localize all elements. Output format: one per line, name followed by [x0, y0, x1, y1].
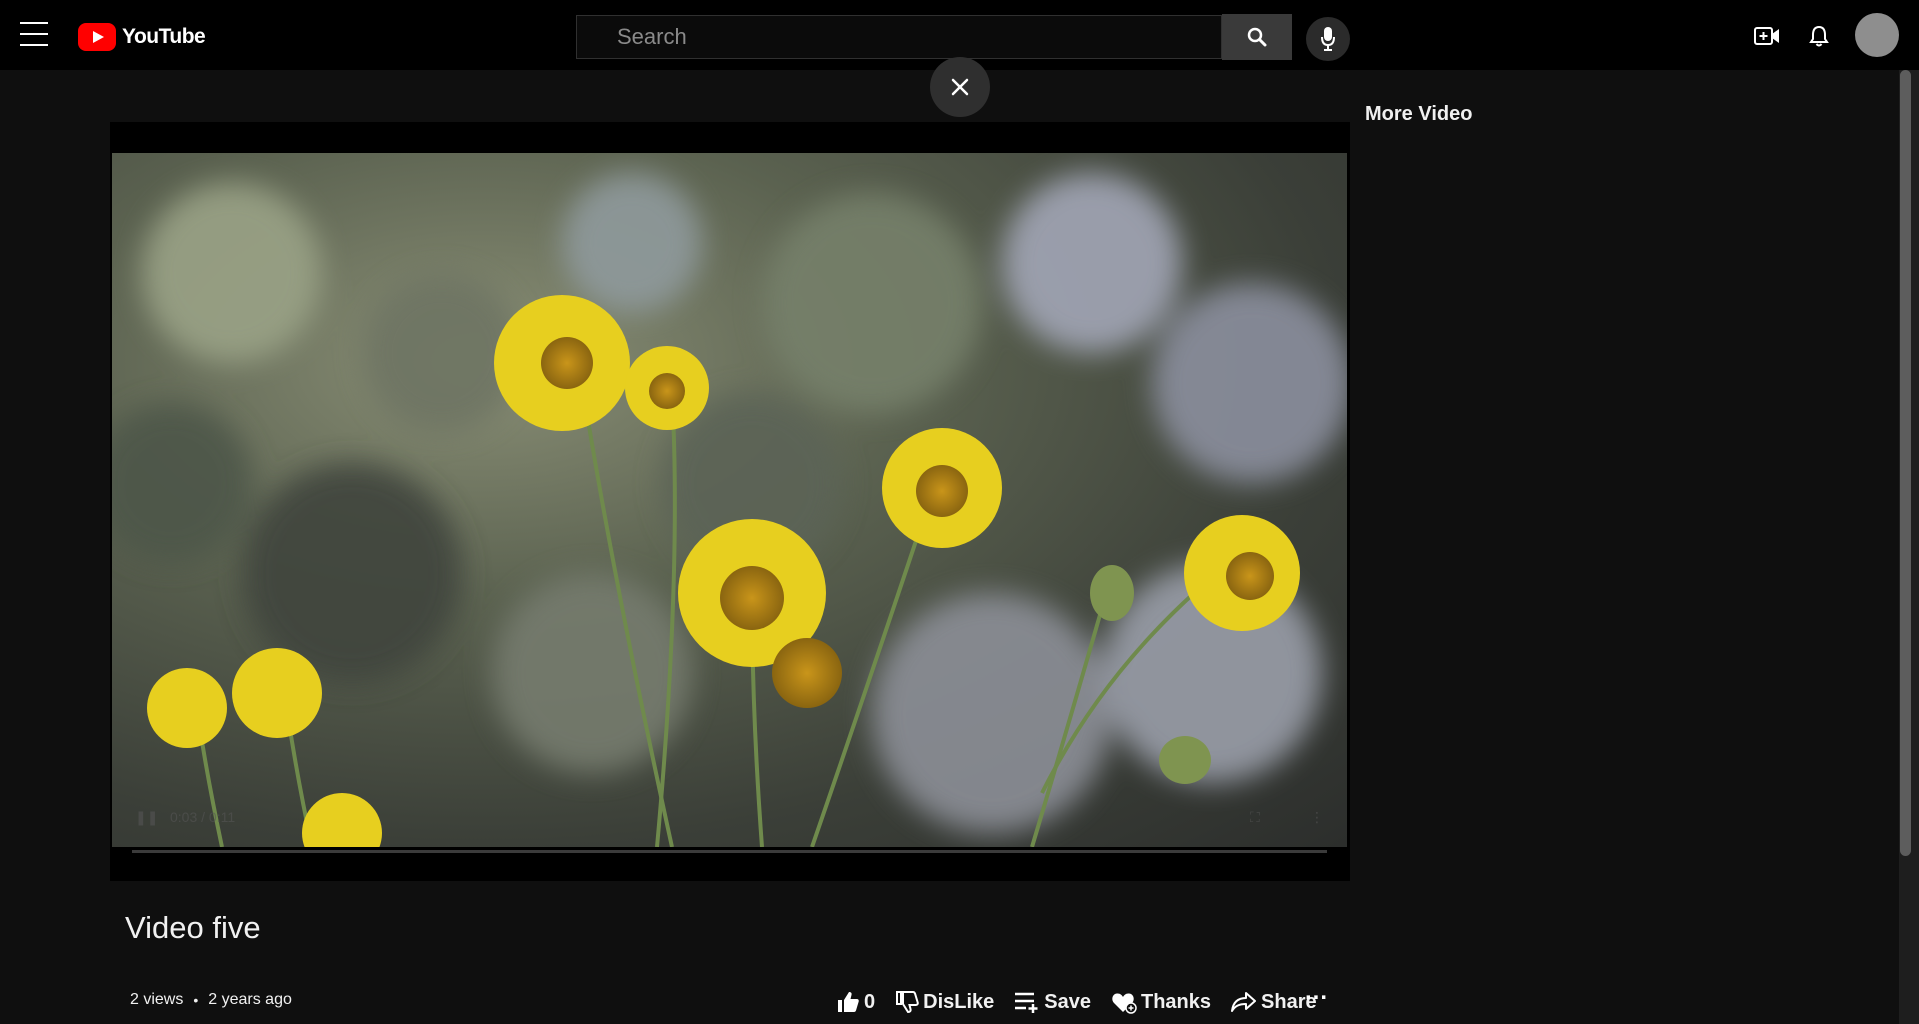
voice-search-button[interactable]: [1306, 17, 1350, 61]
like-button[interactable]: 0: [836, 990, 875, 1014]
search-button[interactable]: [1222, 14, 1292, 60]
upload-age: 2 years ago: [208, 991, 292, 1008]
thanks-label: Thanks: [1141, 990, 1212, 1013]
dislike-button[interactable]: DisLike: [895, 990, 994, 1014]
avatar[interactable]: [1855, 13, 1899, 57]
view-count: 2 views: [130, 991, 184, 1008]
time-display: 0:03 / 0:11: [170, 809, 236, 825]
menu-icon[interactable]: [20, 22, 48, 48]
heart-dollar-icon: [1112, 993, 1137, 1014]
logo-text: YouTube: [122, 25, 206, 48]
video-meta: 2 views • 2 years ago: [130, 991, 292, 1009]
video-title: Video five: [125, 910, 261, 945]
dislike-label: DisLike: [923, 990, 995, 1013]
player-more-icon[interactable]: ⋮: [1310, 809, 1324, 826]
close-icon: [951, 78, 969, 96]
progress-bar[interactable]: [132, 850, 1327, 853]
fullscreen-icon[interactable]: ⛶: [1250, 809, 1260, 826]
playlist-add-icon: [1015, 992, 1038, 1013]
bell-icon[interactable]: [1805, 22, 1833, 50]
save-button[interactable]: Save: [1014, 990, 1091, 1014]
separator-dot: •: [193, 992, 199, 1008]
share-icon: [1231, 992, 1257, 1012]
pause-icon[interactable]: ❚❚: [135, 809, 158, 826]
video-frame[interactable]: [112, 153, 1347, 847]
close-button[interactable]: [930, 57, 990, 117]
youtube-play-icon: [78, 23, 116, 51]
more-actions-button[interactable]: ...: [1305, 978, 1328, 1006]
action-bar: 0 DisLike Save Thanks Share: [836, 986, 1317, 1018]
youtube-logo[interactable]: YouTube: [78, 22, 206, 52]
more-video-heading: More Video: [1365, 103, 1473, 125]
search-icon: [1247, 27, 1267, 47]
search-bar: [576, 14, 1292, 61]
video-player[interactable]: ❚❚ 0:03 / 0:11 ⛶ ⋮: [110, 122, 1350, 881]
save-label: Save: [1044, 990, 1091, 1013]
mic-icon: [1321, 27, 1335, 51]
scrollbar-thumb[interactable]: [1900, 70, 1911, 856]
share-button[interactable]: Share: [1231, 990, 1317, 1014]
search-input[interactable]: [576, 15, 1222, 59]
flower-video-still: [112, 173, 1347, 847]
create-video-icon[interactable]: [1753, 22, 1781, 50]
like-count: 0: [864, 990, 876, 1013]
thanks-button[interactable]: Thanks: [1111, 990, 1211, 1014]
thumbs-down-icon: [896, 991, 919, 1014]
thumbs-up-icon: [838, 992, 859, 1012]
